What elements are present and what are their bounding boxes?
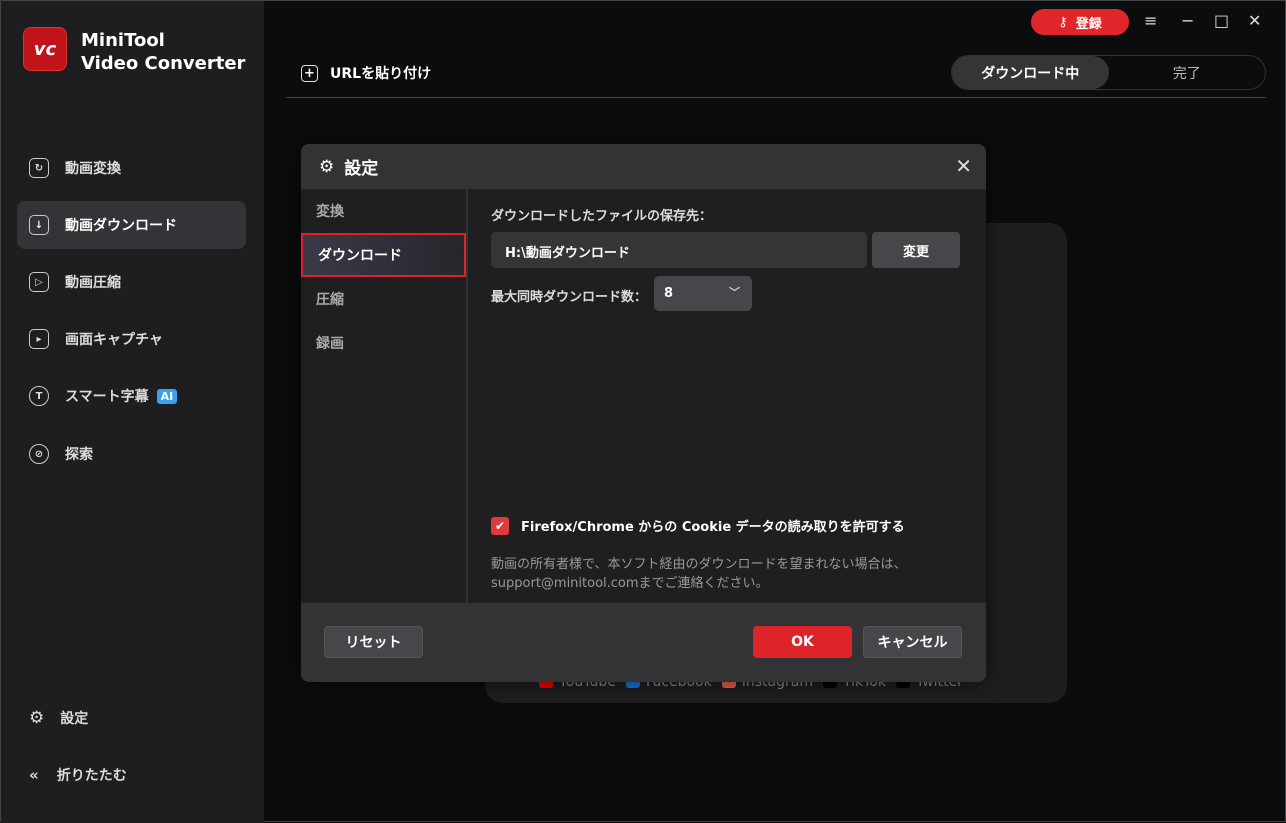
owner-note: 動画の所有者様で、本ソフト経由のダウンロードを望まれない場合は、support@… [491, 555, 906, 593]
reset-button[interactable]: リセット [324, 626, 423, 658]
camera-icon: ▸ [29, 329, 49, 349]
sidebar-item-label: 動画圧縮 [65, 272, 121, 292]
brand-line1: MiniTool [81, 29, 245, 52]
save-location-label: ダウンロードしたファイルの保存先： [491, 205, 712, 224]
collapse-label: 折りたたむ [57, 765, 127, 785]
paste-url-button[interactable]: + URLを貼り付け [301, 63, 431, 83]
compress-icon: ▷ [29, 272, 49, 292]
sidebar-item-label: 動画ダウンロード [65, 215, 177, 235]
sidebar-item-label: 画面キャプチャ [65, 329, 163, 349]
key-icon: ⚷ [1058, 15, 1068, 30]
dialog-header: ⚙ 設定 ✕ [301, 144, 986, 189]
menu-icon[interactable]: ≡ [1144, 11, 1157, 30]
sidebar-item-label: 動画変換 [65, 158, 121, 178]
dialog-footer: リセット OK キャンセル [301, 603, 986, 682]
sidebar-item-capture[interactable]: ▸ 画面キャプチャ [17, 315, 246, 363]
sidebar-collapse[interactable]: « 折りたたむ [17, 751, 246, 799]
collapse-icon: « [29, 766, 39, 784]
app-title: MiniToolVideo Converter [81, 29, 245, 75]
note-line2: support@minitool.comまでご連絡ください。 [491, 574, 906, 593]
sidebar-item-convert[interactable]: ↻ 動画変換 [17, 144, 246, 192]
download-icon: ↓ [29, 215, 49, 235]
register-label: 登録 [1076, 13, 1102, 32]
settings-nav-compress[interactable]: 圧縮 [301, 277, 466, 321]
sidebar-item-compress[interactable]: ▷ 動画圧縮 [17, 258, 246, 306]
register-button[interactable]: ⚷ 登録 [1031, 9, 1129, 35]
cookie-label: Firefox/Chrome からの Cookie データの読み取りを許可する [521, 516, 905, 535]
sidebar: vc MiniToolVideo Converter ↻ 動画変換 ↓ 動画ダウンロ… [1, 1, 264, 823]
max-downloads-label: 最大同時ダウンロード数： [491, 286, 647, 305]
sidebar-item-download[interactable]: ↓ 動画ダウンロード [17, 201, 246, 249]
plus-icon: + [301, 65, 318, 82]
max-downloads-value: 8 [664, 286, 673, 301]
app-logo: vc [23, 27, 67, 71]
settings-nav-convert[interactable]: 変換 [301, 189, 466, 233]
checkbox-checked-icon[interactable]: ✔ [491, 517, 509, 535]
sidebar-item-explore[interactable]: ⊘ 探索 [17, 430, 246, 478]
cookie-checkbox[interactable]: ✔ Firefox/Chrome からの Cookie データの読み取りを許可する [491, 516, 905, 535]
settings-dialog: ⚙ 設定 ✕ 変換 ダウンロード 圧縮 録画 ダウンロードしたファイルの保存先： H… [301, 144, 986, 682]
settings-nav-record[interactable]: 録画 [301, 321, 466, 365]
maximize-icon[interactable]: □ [1214, 11, 1229, 30]
compass-icon: ⊘ [29, 444, 49, 464]
tab-downloading[interactable]: ダウンロード中 [952, 56, 1109, 89]
settings-nav: 変換 ダウンロード 圧縮 録画 [301, 189, 468, 603]
sidebar-item-label: 探索 [65, 444, 93, 464]
tab-completed[interactable]: 完了 [1109, 56, 1266, 89]
change-button[interactable]: 変更 [872, 232, 960, 268]
brand-line2: Video Converter [81, 52, 245, 75]
note-line1: 動画の所有者様で、本ソフト経由のダウンロードを望まれない場合は、 [491, 555, 906, 574]
sidebar-item-label: スマート字幕 [65, 386, 149, 406]
minimize-icon[interactable]: − [1181, 11, 1194, 30]
close-dialog-icon[interactable]: ✕ [955, 154, 972, 178]
close-window-icon[interactable]: ✕ [1248, 11, 1261, 30]
convert-icon: ↻ [29, 158, 49, 178]
cancel-button[interactable]: キャンセル [863, 626, 962, 658]
ai-badge: AI [157, 389, 178, 404]
sidebar-item-subtitles[interactable]: T スマート字幕 AI [17, 372, 246, 420]
download-tabs: ダウンロード中 完了 [951, 55, 1266, 90]
sidebar-settings[interactable]: ⚙ 設定 [17, 694, 246, 742]
settings-nav-download[interactable]: ダウンロード [301, 233, 466, 277]
paste-url-label: URLを貼り付け [330, 63, 431, 83]
subtitle-icon: T [29, 386, 49, 406]
divider [286, 97, 1266, 98]
dialog-title: 設定 [344, 154, 378, 179]
settings-label: 設定 [60, 708, 88, 728]
max-downloads-select[interactable]: 8﹀ [654, 276, 752, 311]
gear-icon: ⚙ [319, 157, 334, 177]
gear-icon: ⚙ [29, 708, 44, 728]
chevron-down-icon: ﹀ [729, 284, 740, 300]
save-path-field[interactable]: H:\動画ダウンロード [491, 232, 867, 268]
ok-button[interactable]: OK [753, 626, 852, 658]
